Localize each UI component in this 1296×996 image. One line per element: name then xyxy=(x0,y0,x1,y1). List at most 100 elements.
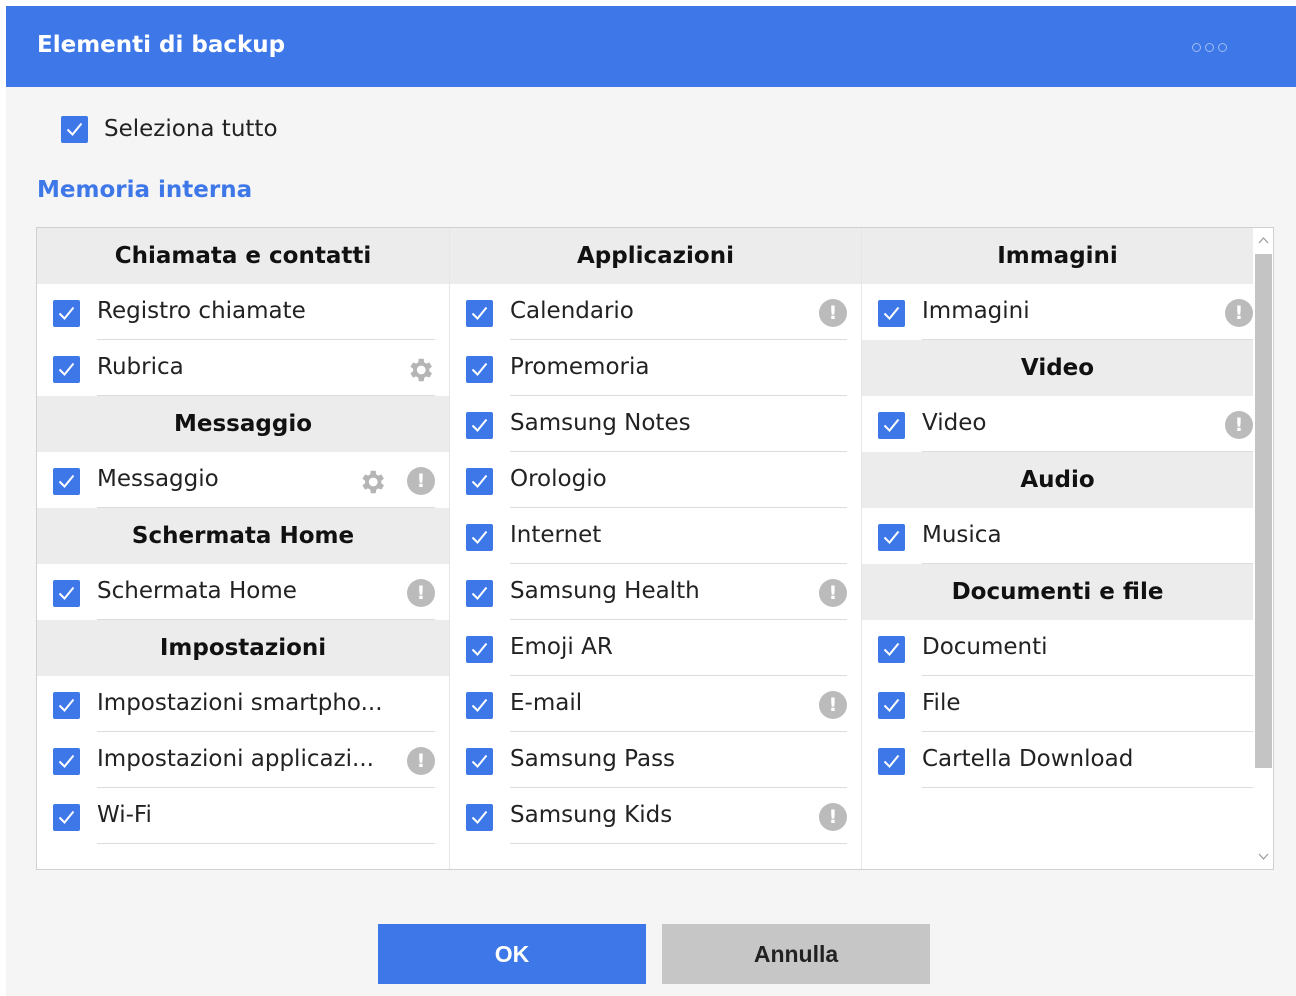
gear-icon[interactable] xyxy=(357,467,387,497)
item-checkbox[interactable] xyxy=(878,524,905,551)
backup-item-row[interactable]: Registro chiamate xyxy=(37,284,449,340)
title-bar: Elementi di backup xyxy=(6,6,1296,87)
item-label: Internet xyxy=(510,522,602,548)
backup-item-row[interactable]: Internet xyxy=(450,508,861,564)
item-label: Calendario xyxy=(510,298,634,324)
item-checkbox[interactable] xyxy=(466,692,493,719)
item-label: Emoji AR xyxy=(510,634,613,660)
item-label: Schermata Home xyxy=(97,578,297,604)
backup-item-row[interactable]: Samsung Pass xyxy=(450,732,861,788)
backup-item-row[interactable]: Documenti xyxy=(862,620,1253,676)
item-checkbox[interactable] xyxy=(878,636,905,663)
backup-item-row[interactable]: Messaggio! xyxy=(37,452,449,508)
item-checkbox[interactable] xyxy=(466,468,493,495)
group-header: Audio xyxy=(862,452,1253,508)
info-icon[interactable]: ! xyxy=(819,299,847,327)
info-icon[interactable]: ! xyxy=(407,579,435,607)
row-divider xyxy=(97,843,435,844)
item-label: Samsung Kids xyxy=(510,802,673,828)
backup-item-row[interactable]: Orologio xyxy=(450,452,861,508)
item-label: Rubrica xyxy=(97,354,184,380)
dialog-title: Elementi di backup xyxy=(37,32,286,58)
item-checkbox[interactable] xyxy=(53,748,80,775)
item-checkbox[interactable] xyxy=(466,356,493,383)
backup-item-row[interactable]: Immagini! xyxy=(862,284,1253,340)
backup-items-dialog: Elementi di backup Seleziona tutto Memor… xyxy=(6,6,1296,996)
item-checkbox[interactable] xyxy=(878,692,905,719)
item-label: Musica xyxy=(922,522,1002,548)
item-label: Immagini xyxy=(922,298,1030,324)
scroll-down-icon[interactable] xyxy=(1257,850,1270,863)
item-checkbox[interactable] xyxy=(878,300,905,327)
backup-item-row[interactable]: Impostazioni applicazi...! xyxy=(37,732,449,788)
item-label: Messaggio xyxy=(97,466,219,492)
backup-item-row[interactable]: Samsung Notes xyxy=(450,396,861,452)
backup-item-row[interactable]: Rubrica xyxy=(37,340,449,396)
item-label: E-mail xyxy=(510,690,583,716)
scrollbar-thumb[interactable] xyxy=(1255,254,1272,768)
item-checkbox[interactable] xyxy=(466,580,493,607)
column-2: Applicazioni Calendario! Promemoria Samsung… xyxy=(449,228,861,869)
info-icon[interactable]: ! xyxy=(819,691,847,719)
item-checkbox[interactable] xyxy=(466,748,493,775)
backup-item-row[interactable]: Schermata Home! xyxy=(37,564,449,620)
info-icon[interactable]: ! xyxy=(407,747,435,775)
item-checkbox[interactable] xyxy=(53,804,80,831)
group-header: Video xyxy=(862,340,1253,396)
column-1: Chiamata e contatti Registro chiamate Rubr… xyxy=(37,228,449,869)
item-checkbox[interactable] xyxy=(53,468,80,495)
backup-item-row[interactable]: Impostazioni smartpho... xyxy=(37,676,449,732)
item-checkbox[interactable] xyxy=(466,412,493,439)
item-checkbox[interactable] xyxy=(53,692,80,719)
backup-item-row[interactable]: Samsung Kids! xyxy=(450,788,861,844)
item-checkbox[interactable] xyxy=(878,748,905,775)
gear-icon[interactable] xyxy=(405,355,435,385)
item-checkbox[interactable] xyxy=(466,804,493,831)
backup-item-row[interactable]: Cartella Download xyxy=(862,732,1253,788)
backup-item-row[interactable]: Samsung Health! xyxy=(450,564,861,620)
item-checkbox[interactable] xyxy=(53,580,80,607)
item-label: Samsung Pass xyxy=(510,746,676,772)
scroll-up-icon[interactable] xyxy=(1257,234,1270,247)
select-all-checkbox[interactable] xyxy=(61,116,88,143)
column-3: Immagini Immagini! Video Video! Audio Musica D… xyxy=(861,228,1253,869)
item-checkbox[interactable] xyxy=(466,300,493,327)
backup-item-row[interactable]: Wi-Fi xyxy=(37,788,449,844)
info-icon[interactable]: ! xyxy=(407,467,435,495)
backup-item-row[interactable]: E-mail! xyxy=(450,676,861,732)
item-label: Samsung Notes xyxy=(510,410,691,436)
group-header: Immagini xyxy=(862,228,1253,284)
info-icon[interactable]: ! xyxy=(1225,411,1253,439)
section-title: Memoria interna xyxy=(37,177,253,203)
backup-item-row[interactable]: Video! xyxy=(862,396,1253,452)
backup-item-row[interactable]: File xyxy=(862,676,1253,732)
item-checkbox[interactable] xyxy=(466,636,493,663)
group-header: Impostazioni xyxy=(37,620,449,676)
item-checkbox[interactable] xyxy=(466,524,493,551)
info-icon[interactable]: ! xyxy=(819,579,847,607)
backup-item-row[interactable]: Promemoria xyxy=(450,340,861,396)
item-checkbox[interactable] xyxy=(53,356,80,383)
item-label: Documenti xyxy=(922,634,1048,660)
item-label: Promemoria xyxy=(510,354,650,380)
cancel-button[interactable]: Annulla xyxy=(662,924,930,984)
item-checkbox[interactable] xyxy=(53,300,80,327)
item-label: Registro chiamate xyxy=(97,298,306,324)
group-header: Applicazioni xyxy=(450,228,861,284)
group-header: Chiamata e contatti xyxy=(37,228,449,284)
group-header: Schermata Home xyxy=(37,508,449,564)
group-header: Documenti e file xyxy=(862,564,1253,620)
item-checkbox[interactable] xyxy=(878,412,905,439)
backup-item-row[interactable]: Emoji AR xyxy=(450,620,861,676)
item-label: Impostazioni smartpho... xyxy=(97,690,383,716)
item-label: Wi-Fi xyxy=(97,802,152,828)
vertical-scrollbar[interactable] xyxy=(1253,228,1273,869)
ok-button[interactable]: OK xyxy=(378,924,646,984)
info-icon[interactable]: ! xyxy=(819,803,847,831)
more-options-icon[interactable] xyxy=(1192,43,1227,52)
backup-item-row[interactable]: Calendario! xyxy=(450,284,861,340)
backup-items-panel: Chiamata e contatti Registro chiamate Rubr… xyxy=(36,227,1274,870)
info-icon[interactable]: ! xyxy=(1225,299,1253,327)
backup-item-row[interactable]: Musica xyxy=(862,508,1253,564)
item-label: Impostazioni applicazi... xyxy=(97,746,374,772)
